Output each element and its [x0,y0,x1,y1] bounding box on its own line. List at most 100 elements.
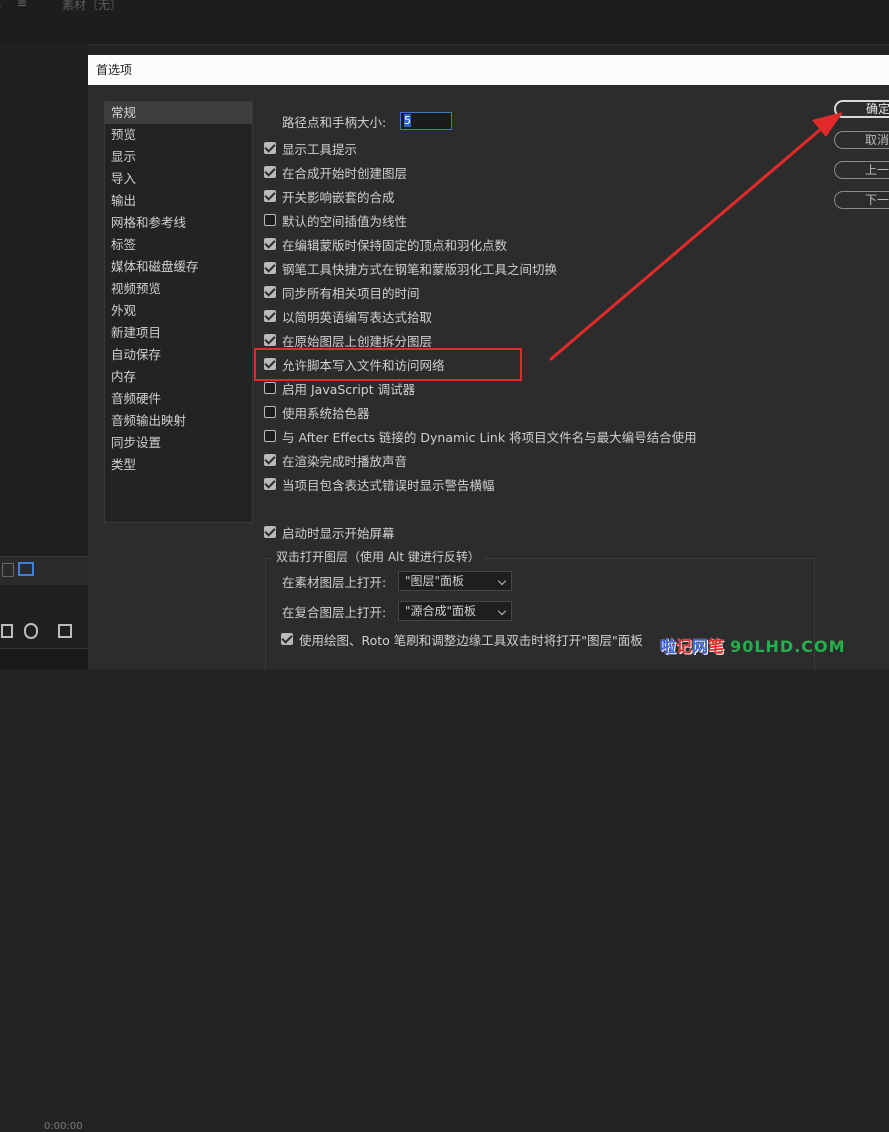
panel-menu-icon[interactable]: ≡ [17,0,27,10]
checkbox[interactable] [264,166,276,178]
sidebar-item-appearance[interactable]: 外观 [105,300,252,322]
dialog-title: 首选项 [96,63,133,77]
sidebar-item-grids-guides[interactable]: 网格和参考线 [105,212,252,234]
ok-button[interactable]: 确定 [834,100,889,118]
preferences-dialog: 首选项 常规 预览 显示 导入 输出 网格和参考线 标签 媒体和磁盘缓存 视频预… [88,55,889,670]
paperclip-icon[interactable] [24,623,38,639]
option-label: 使用绘图、Roto 笔刷和调整边缘工具双击时将打开"图层"面板 [299,632,643,648]
option-label: 显示工具提示 [282,141,358,157]
checkbox[interactable] [264,190,276,202]
sidebar-item-general[interactable]: 常规 [105,102,252,124]
path-size-value: 5 [404,114,411,127]
sidebar-item-display[interactable]: 显示 [105,146,252,168]
cancel-button[interactable]: 取消 [834,131,889,149]
sidebar-item-sync-settings[interactable]: 同步设置 [105,432,252,454]
checkbox[interactable] [264,382,276,394]
sidebar-item-output[interactable]: 输出 [105,190,252,212]
option-label: 与 After Effects 链接的 Dynamic Link 将项目文件名与… [282,429,697,445]
option-default-linear-interpolation[interactable]: 默认的空间插值为线性 [264,210,407,230]
checkbox[interactable] [264,262,276,274]
checkbox[interactable] [264,214,276,226]
path-size-label: 路径点和手柄大小: [282,115,387,130]
sidebar-item-import[interactable]: 导入 [105,168,252,190]
checkbox[interactable] [264,286,276,298]
sidebar-item-labels[interactable]: 标签 [105,234,252,256]
checkbox[interactable] [264,454,276,466]
checkbox[interactable] [264,334,276,346]
option-startup-screen[interactable]: 启动时显示开始屏幕 [264,522,395,542]
option-javascript-debugger[interactable]: 启用 JavaScript 调试器 [264,378,415,398]
watermark-char: 笔 [708,637,725,656]
timeline-strip: 0:00:00 [0,556,88,1132]
sidebar-item-auto-save[interactable]: 自动保存 [105,344,252,366]
checkbox[interactable] [264,142,276,154]
media-tab[interactable]: 素材（无） [62,0,122,13]
composition-tab[interactable]: 1 [0,0,2,10]
previous-button[interactable]: 上一步 [834,161,889,179]
option-label: 同步所有相关项目的时间 [282,285,420,301]
sidebar-item-audio-output-mapping[interactable]: 音频输出映射 [105,410,252,432]
option-preserve-vertex-count[interactable]: 在编辑蒙版时保持固定的顶点和羽化点数 [264,234,507,254]
snap-icon[interactable] [2,563,14,577]
option-label: 在编辑蒙版时保持固定的顶点和羽化点数 [282,237,508,253]
bottom-scrollbar[interactable] [0,648,88,669]
sidebar-item-video-preview[interactable]: 视频预览 [105,278,252,300]
checkbox[interactable] [264,406,276,418]
checkbox[interactable] [264,478,276,490]
option-label: 当项目包含表达式错误时显示警告横幅 [282,477,495,493]
option-label: 开关影响嵌套的合成 [282,189,395,205]
crop-icon[interactable] [58,624,72,638]
option-system-color-picker[interactable]: 使用系统拾色器 [264,402,370,422]
next-button[interactable]: 下一步 [834,191,889,209]
footage-open-value: "图层"面板 [405,574,465,588]
double-click-group-title: 双击打开图层（使用 Alt 键进行反转） [272,548,484,565]
option-label: 钢笔工具快捷方式在钢笔和蒙版羽化工具之间切换 [282,261,558,277]
dialog-titlebar[interactable]: 首选项 [88,55,889,85]
sidebar-item-previews[interactable]: 预览 [105,124,252,146]
option-sync-time[interactable]: 同步所有相关项目的时间 [264,282,420,302]
film-icon[interactable] [1,624,13,638]
timecode-display: 0:00:00 [44,1121,83,1132]
comp-open-value: "源合成"面板 [405,604,477,618]
comp-open-select[interactable]: "源合成"面板 [398,601,512,621]
sidebar-item-media-cache[interactable]: 媒体和磁盘缓存 [105,256,252,278]
checkbox[interactable] [281,633,293,645]
option-show-tooltips[interactable]: 显示工具提示 [264,138,357,158]
path-size-input[interactable]: 5 [400,112,452,130]
option-create-layers-at-comp-start[interactable]: 在合成开始时创建图层 [264,162,407,182]
sidebar-item-memory[interactable]: 内存 [105,366,252,388]
option-label: 启动时显示开始屏幕 [282,525,395,541]
background-app-header: 1 ≡ 素材（无） [0,0,889,45]
option-paint-roto-opens-layer[interactable]: 使用绘图、Roto 笔刷和调整边缘工具双击时将打开"图层"面板 [281,629,643,649]
checkbox[interactable] [264,430,276,442]
option-play-sound-on-render[interactable]: 在渲染完成时播放声音 [264,450,407,470]
option-switches-affect-nested[interactable]: 开关影响嵌套的合成 [264,186,395,206]
site-watermark: 啦记网笔 90LHD.COM [660,633,846,657]
option-label: 默认的空间插值为线性 [282,213,408,229]
option-expression-error-banner[interactable]: 当项目包含表达式错误时显示警告横幅 [264,474,495,494]
annotation-highlight-box [254,348,522,381]
option-label: 启用 JavaScript 调试器 [282,381,416,397]
option-label: 以简明英语编写表达式拾取 [282,309,433,325]
footage-open-label: 在素材图层上打开: [282,575,387,590]
preferences-sidebar: 常规 预览 显示 导入 输出 网格和参考线 标签 媒体和磁盘缓存 视频预览 外观… [104,101,253,523]
watermark-site: 90LHD.COM [730,637,846,656]
monitor-icon[interactable] [18,562,34,576]
checkbox[interactable] [264,526,276,538]
watermark-char: 记 [676,637,693,656]
option-pen-tool-shortcut[interactable]: 钢笔工具快捷方式在钢笔和蒙版羽化工具之间切换 [264,258,557,278]
watermark-char: 啦 [660,637,677,656]
option-expression-pickwhip[interactable]: 以简明英语编写表达式拾取 [264,306,432,326]
option-label: 在渲染完成时播放声音 [282,453,408,469]
watermark-char: 网 [692,637,709,656]
comp-open-label: 在复合图层上打开: [282,605,387,620]
option-dynamic-link[interactable]: 与 After Effects 链接的 Dynamic Link 将项目文件名与… [264,426,697,446]
option-split-layers[interactable]: 在原始图层上创建拆分图层 [264,330,432,350]
sidebar-item-new-project[interactable]: 新建项目 [105,322,252,344]
sidebar-item-audio-hardware[interactable]: 音频硬件 [105,388,252,410]
footage-open-select[interactable]: "图层"面板 [398,571,512,591]
checkbox[interactable] [264,238,276,250]
sidebar-item-type[interactable]: 类型 [105,454,252,476]
chevron-down-icon [497,606,507,616]
checkbox[interactable] [264,310,276,322]
